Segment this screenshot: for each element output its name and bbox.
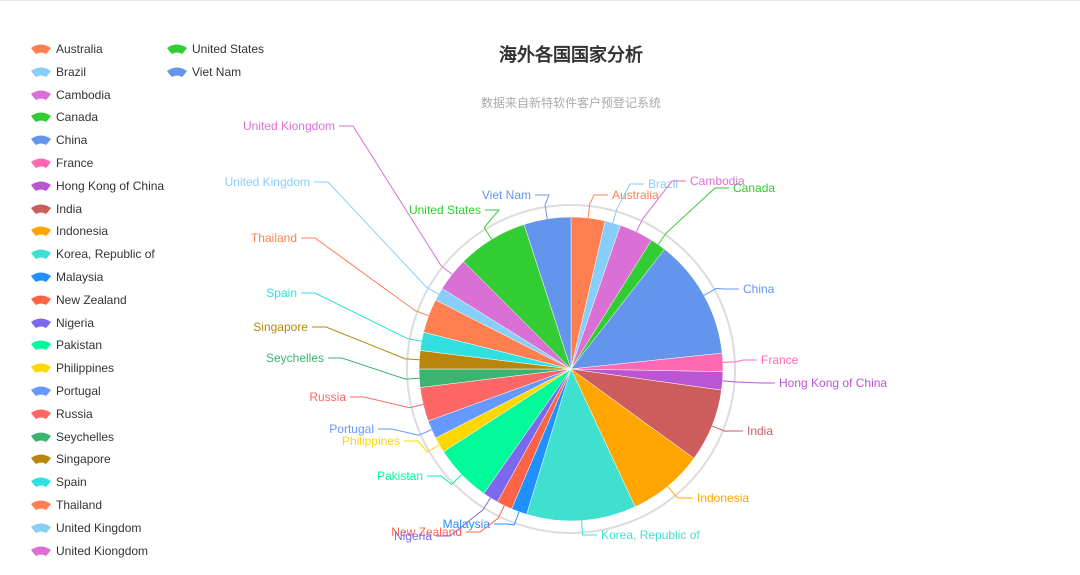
leader-line-pakistan: [427, 474, 463, 485]
slice-label-france: France: [761, 353, 799, 367]
leader-line-united-kiongdom: [339, 125, 453, 275]
leader-line-hong-kong-of-china: [722, 380, 775, 384]
leader-line-seychelles: [328, 357, 420, 380]
leader-line-united-kingdom: [314, 181, 439, 295]
slice-label-canada: Canada: [733, 181, 775, 195]
slice-label-thailand: Thailand: [251, 231, 297, 245]
leader-line-india: [711, 425, 743, 432]
leader-line-thailand: [301, 237, 429, 317]
slice-label-brazil: Brazil: [648, 177, 678, 191]
slice-label-united-states: United States: [409, 203, 481, 217]
slice-label-pakistan: Pakistan: [377, 469, 423, 483]
slice-label-united-kingdom: United Kingdom: [225, 175, 310, 189]
slice-label-hong-kong-of-china: Hong Kong of China: [779, 376, 887, 390]
leader-line-china: [703, 288, 739, 296]
slice-label-philippines: Philippines: [342, 434, 400, 448]
slice-label-viet-nam: Viet Nam: [482, 188, 531, 202]
slice-label-united-kiongdom: United Kiongdom: [243, 119, 335, 133]
slice-label-singapore: Singapore: [253, 320, 308, 334]
slice-label-china: China: [743, 282, 775, 296]
slice-label-russia: Russia: [309, 390, 346, 404]
slice-label-portugal: Portugal: [329, 422, 374, 436]
leader-line-philippines: [404, 440, 440, 453]
slice-label-seychelles: Seychelles: [266, 351, 324, 365]
slice-label-india: India: [747, 424, 773, 438]
leader-line-spain: [301, 292, 422, 342]
leader-line-canada: [657, 187, 729, 245]
leader-line-singapore: [312, 326, 420, 361]
leader-line-france: [722, 359, 757, 363]
slice-label-nigeria: Nigeria: [394, 529, 432, 543]
pie-chart: AustraliaBrazil CambodiaCanadaChinaFrance…: [225, 119, 888, 543]
slice-label-korea-republic-of: Korea, Republic of: [601, 528, 700, 542]
slice-label-spain: Spain: [266, 286, 297, 300]
slice-label-indonesia: Indonesia: [697, 491, 749, 505]
